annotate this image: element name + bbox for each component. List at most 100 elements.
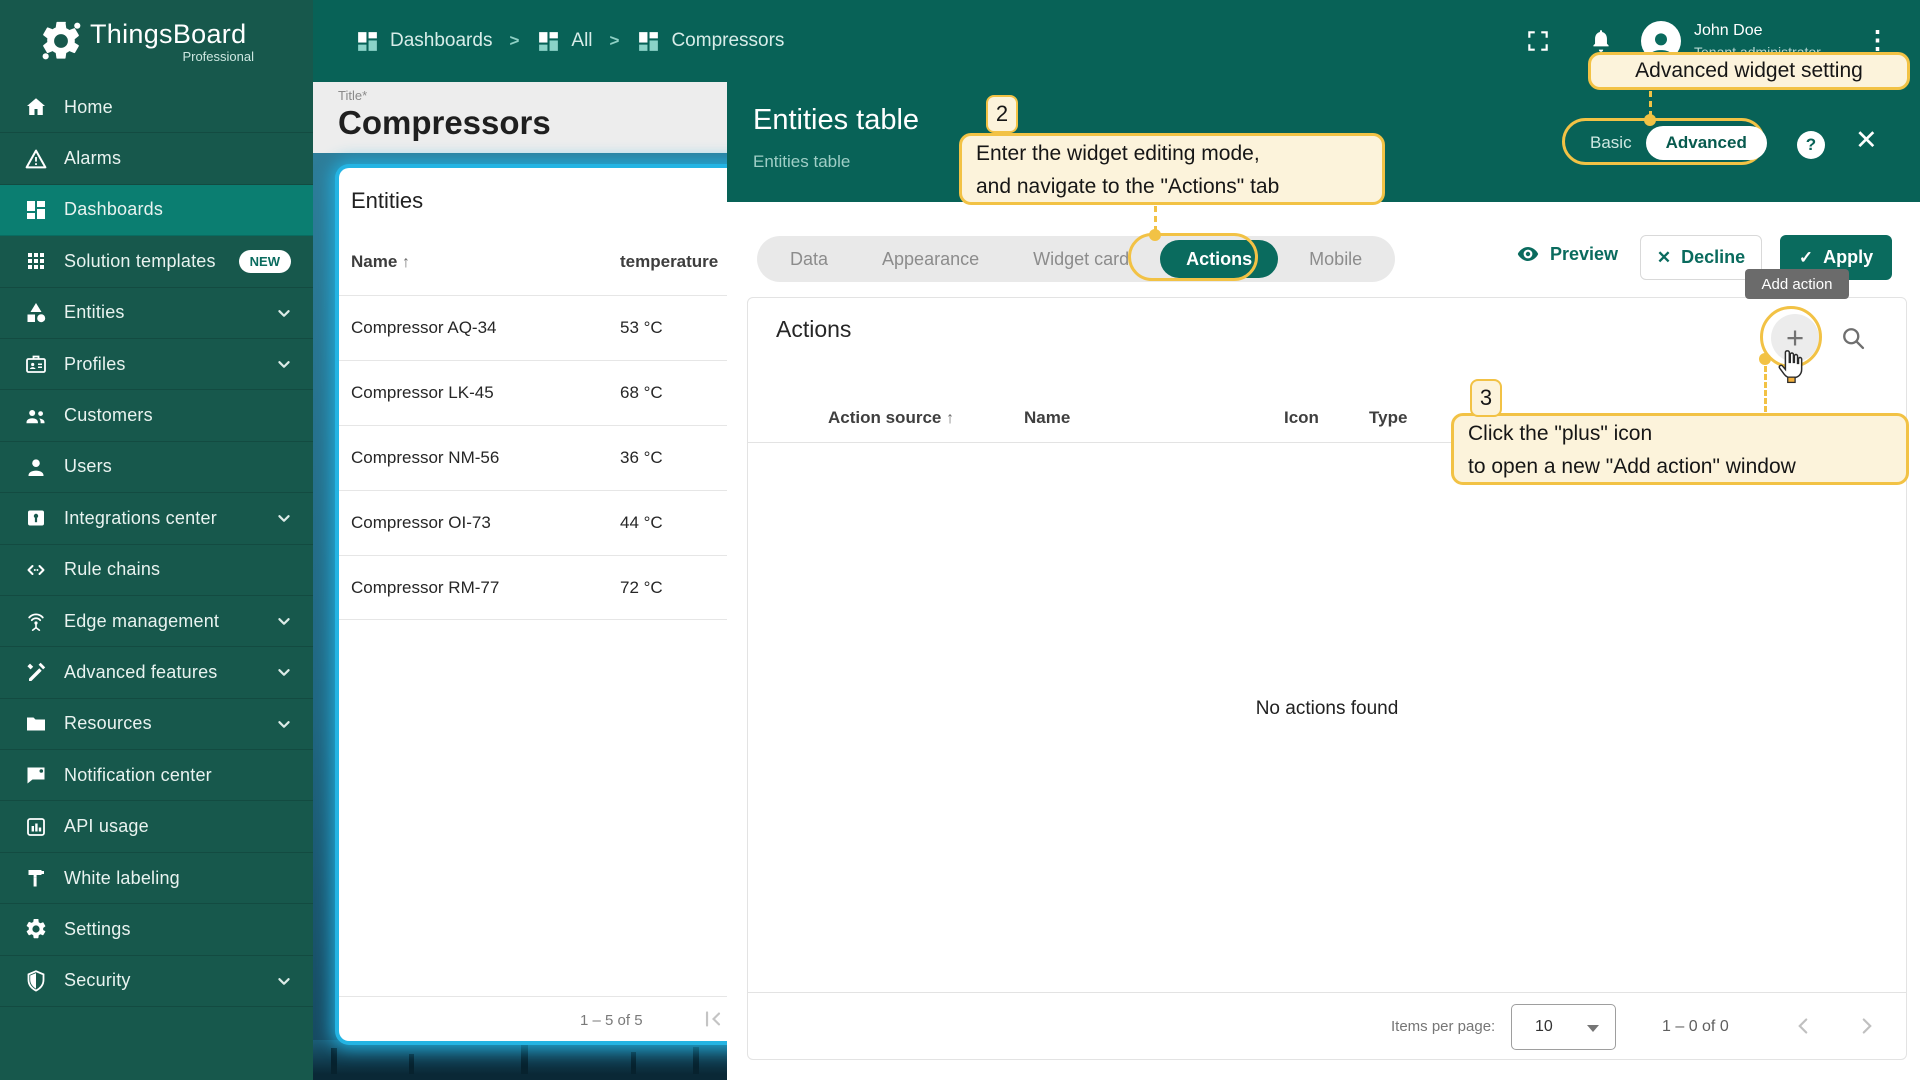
- decline-button[interactable]: ✕ Decline: [1640, 235, 1762, 280]
- sidebar-item-profiles[interactable]: Profiles: [0, 339, 313, 390]
- chevron-down-icon: [273, 353, 295, 375]
- tab-appearance[interactable]: Appearance: [855, 249, 1006, 270]
- sidebar-item-label: Entities: [64, 302, 273, 323]
- sidebar-item-notification-center[interactable]: Notification center: [0, 750, 313, 801]
- notifications-bell-icon[interactable]: [1588, 28, 1614, 54]
- widget-editor-panel: Entities table Entities table Data Appea…: [727, 82, 1920, 1080]
- mode-toggle[interactable]: Basic Advanced: [1576, 126, 1767, 160]
- user-name: John Doe: [1694, 22, 1763, 40]
- search-icon[interactable]: [1839, 324, 1867, 352]
- sidebar-item-edge-management[interactable]: Edge management: [0, 596, 313, 647]
- home-icon: [24, 95, 48, 119]
- dashboard-icon: [636, 29, 661, 54]
- sidebar-item-dashboards[interactable]: Dashboards: [0, 185, 313, 236]
- column-header-action-source[interactable]: Action source ↑: [828, 408, 954, 428]
- next-page-icon[interactable]: [1854, 1013, 1880, 1039]
- mode-basic-option[interactable]: Basic: [1576, 133, 1646, 153]
- integration-icon: [24, 506, 48, 530]
- connector-line: [1764, 366, 1767, 412]
- column-header-name[interactable]: Name ↑: [351, 252, 410, 272]
- sidebar-item-solution-templates[interactable]: Solution templates NEW: [0, 236, 313, 287]
- breadcrumb-all[interactable]: All: [536, 29, 592, 54]
- entities-icon: [24, 301, 48, 325]
- table-row[interactable]: Compressor RM-77 72 °C: [339, 555, 727, 620]
- sidebar-item-resources[interactable]: Resources: [0, 699, 313, 750]
- table-row[interactable]: Compressor AQ-34 53 °C: [339, 295, 727, 360]
- sidebar-item-integrations-center[interactable]: Integrations center: [0, 493, 313, 544]
- column-header-type[interactable]: Type: [1369, 408, 1407, 428]
- apply-label: Apply: [1823, 247, 1873, 268]
- actions-card: Actions + Action source ↑ Name Icon Type…: [747, 297, 1907, 1060]
- callout-step-3: Click the "plus" icon to open a new "Add…: [1451, 413, 1909, 485]
- check-icon: ✓: [1799, 248, 1813, 268]
- sort-asc-icon: ↑: [946, 410, 954, 427]
- more-menu-icon[interactable]: ⋮: [1865, 25, 1890, 55]
- help-button[interactable]: ?: [1797, 131, 1825, 159]
- first-page-icon[interactable]: [700, 1006, 726, 1032]
- table-row[interactable]: Compressor LK-45 68 °C: [339, 360, 727, 425]
- column-header-name[interactable]: Name: [1024, 408, 1070, 428]
- warning-icon: [24, 147, 48, 171]
- actions-tab-highlight: [1128, 233, 1258, 281]
- sidebar-item-api-usage[interactable]: API usage: [0, 801, 313, 852]
- fullscreen-icon[interactable]: [1525, 28, 1551, 54]
- tab-data[interactable]: Data: [763, 249, 855, 270]
- tools-icon: [24, 660, 48, 684]
- paint-roller-icon: [24, 866, 48, 890]
- callout-text-line-2: to open a new "Add action" window: [1454, 451, 1906, 484]
- sidebar-item-label: Settings: [64, 919, 295, 940]
- column-header-icon[interactable]: Icon: [1284, 408, 1319, 428]
- sidebar-item-label: Dashboards: [64, 199, 295, 220]
- tab-mobile[interactable]: Mobile: [1282, 249, 1389, 270]
- sidebar-item-label: Home: [64, 97, 295, 118]
- brand-logo[interactable]: ThingsBoard Professional: [0, 0, 313, 82]
- previous-page-icon[interactable]: [1790, 1013, 1816, 1039]
- breadcrumb: Dashboards > All > Compressors: [355, 0, 784, 82]
- dashboard-canvas: Entities Name ↑ temperature Compressor A…: [313, 153, 727, 1080]
- pagination-range: 1 – 5 of 5: [580, 1012, 643, 1029]
- sidebar-item-entities[interactable]: Entities: [0, 288, 313, 339]
- step-2-number: 2: [986, 95, 1018, 133]
- entity-name-cell: Compressor RM-77: [351, 578, 499, 598]
- dashboards-icon: [24, 198, 48, 222]
- editor-tab-bar: Data Appearance Widget card Actions Mobi…: [757, 236, 1395, 282]
- sidebar-item-security[interactable]: Security: [0, 956, 313, 1007]
- new-badge: NEW: [239, 250, 291, 273]
- column-header-temperature[interactable]: temperature: [620, 252, 718, 272]
- sidebar-item-customers[interactable]: Customers: [0, 390, 313, 441]
- sidebar-menu: Home Alarms Dashboards Solution template…: [0, 82, 313, 1007]
- shield-icon: [24, 969, 48, 993]
- connector-dot: [1644, 114, 1656, 126]
- sidebar-item-users[interactable]: Users: [0, 442, 313, 493]
- dashboard-title-field[interactable]: Title* Compressors: [313, 82, 727, 153]
- sidebar-item-settings[interactable]: Settings: [0, 904, 313, 955]
- mode-advanced-option[interactable]: Advanced: [1646, 126, 1767, 160]
- table-row[interactable]: Compressor NM-56 36 °C: [339, 425, 727, 490]
- hand-cursor-icon: [1776, 346, 1810, 384]
- sidebar-item-alarms[interactable]: Alarms: [0, 133, 313, 184]
- sidebar-item-rule-chains[interactable]: Rule chains: [0, 545, 313, 596]
- sidebar-item-label: Customers: [64, 405, 295, 426]
- entity-name-cell: Compressor NM-56: [351, 448, 499, 468]
- entities-table-widget[interactable]: Entities Name ↑ temperature Compressor A…: [339, 168, 727, 1041]
- preview-button[interactable]: Preview: [1516, 242, 1618, 266]
- table-row[interactable]: Compressor OI-73 44 °C: [339, 490, 727, 555]
- brand-name: ThingsBoard: [90, 19, 254, 50]
- badge-icon: [24, 352, 48, 376]
- breadcrumb-compressors[interactable]: Compressors: [636, 29, 784, 54]
- actions-pagination: Items per page: 10 1 – 0 of 0: [748, 992, 1906, 1060]
- sidebar-item-home[interactable]: Home: [0, 82, 313, 133]
- rule-chains-icon: [24, 558, 48, 582]
- dashboard-title-value: Compressors: [338, 104, 727, 142]
- sidebar-item-advanced-features[interactable]: Advanced features: [0, 647, 313, 698]
- items-per-page-value: 10: [1535, 1018, 1553, 1036]
- pagination-range: 1 – 0 of 0: [1662, 1018, 1729, 1036]
- sidebar-item-white-labeling[interactable]: White labeling: [0, 853, 313, 904]
- chevron-down-icon: [273, 661, 295, 683]
- chevron-down-icon: [273, 507, 295, 529]
- close-editor-icon[interactable]: ✕: [1855, 125, 1878, 156]
- breadcrumb-dashboards[interactable]: Dashboards: [355, 29, 492, 54]
- items-per-page-select[interactable]: 10: [1511, 1004, 1616, 1050]
- sidebar-item-label: Integrations center: [64, 508, 273, 529]
- sidebar-item-label: White labeling: [64, 868, 295, 889]
